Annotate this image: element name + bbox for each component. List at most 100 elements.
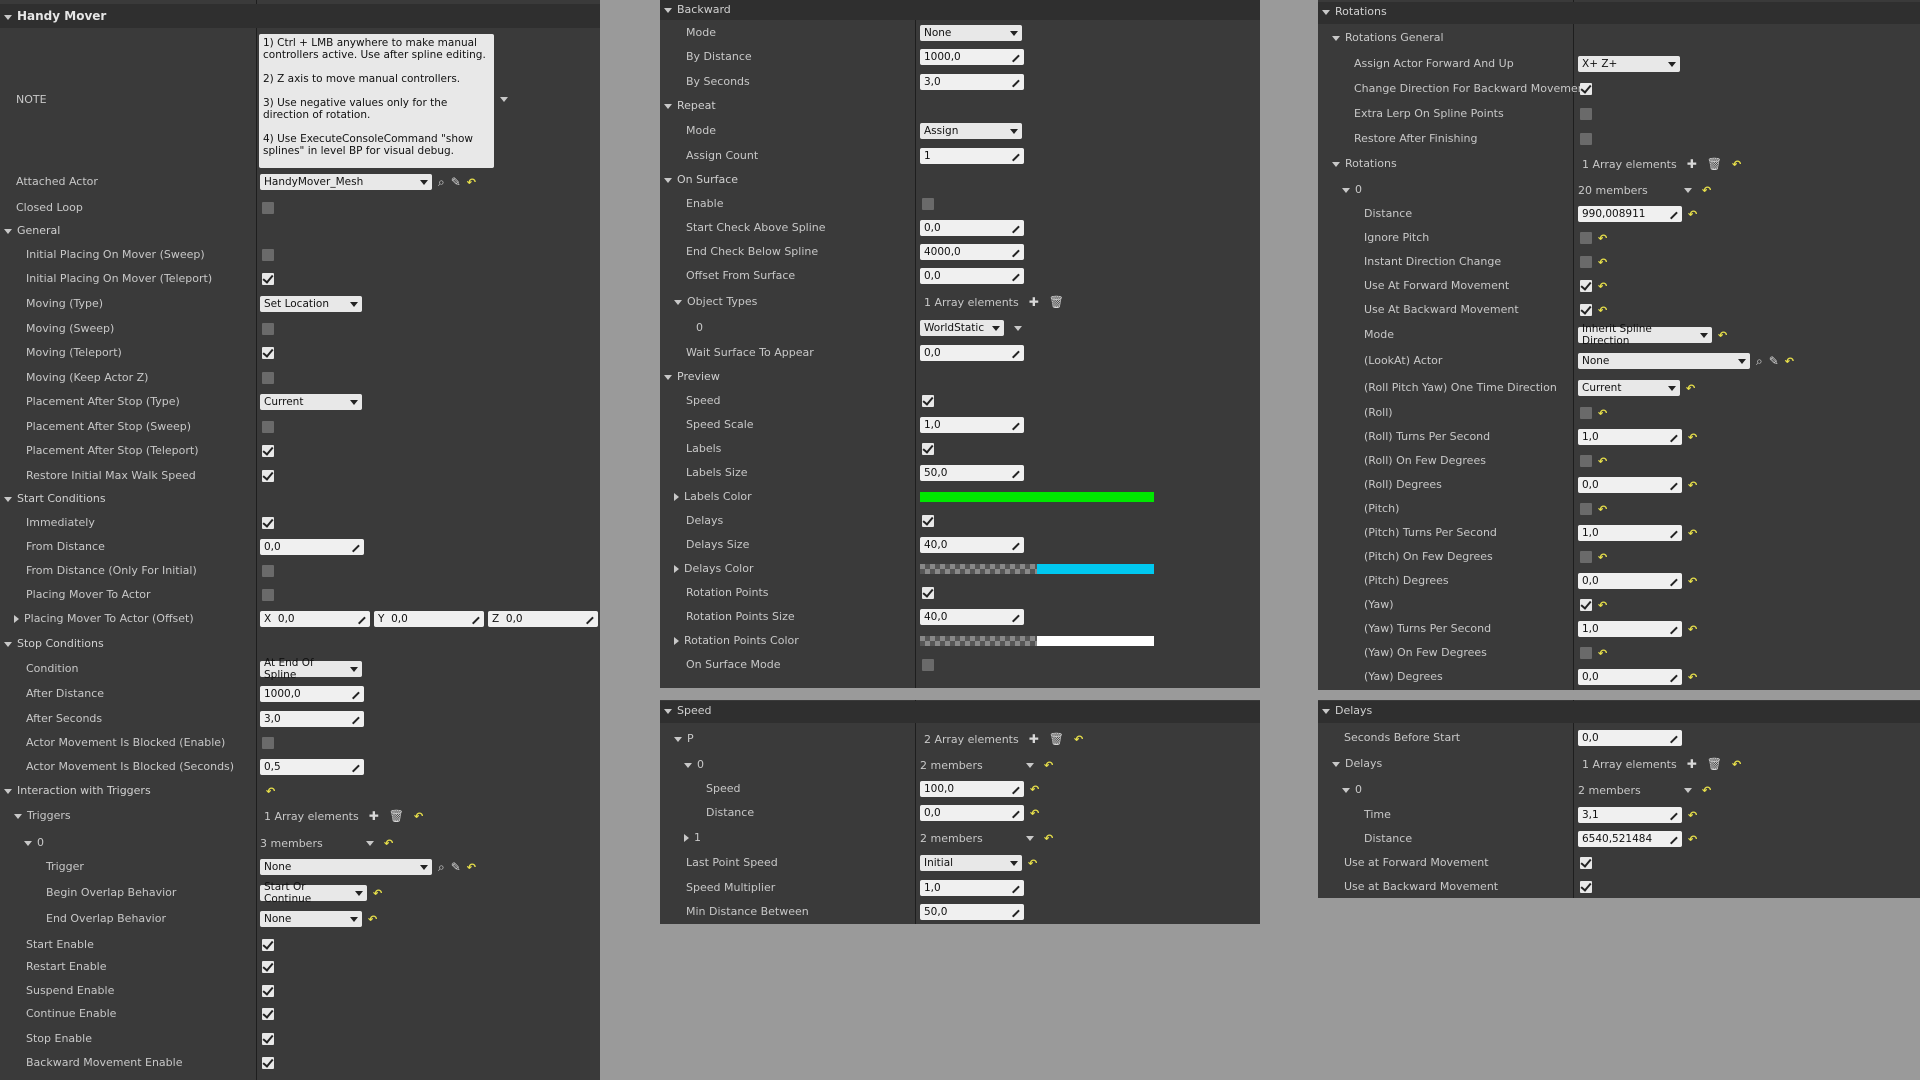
offset-y-input[interactable]: Y 0,0: [374, 611, 484, 627]
delay-time-input[interactable]: 3,1: [1578, 807, 1682, 823]
restart-enable-checkbox[interactable]: [262, 961, 274, 973]
delays-checkbox[interactable]: [922, 515, 934, 527]
speed-section[interactable]: Speed: [677, 704, 711, 717]
expand-arrow-icon[interactable]: [674, 565, 679, 573]
reset-icon[interactable]: ↶: [1688, 575, 1697, 588]
rotation-points-checkbox[interactable]: [922, 587, 934, 599]
speed-multiplier-input[interactable]: 1,0: [920, 880, 1024, 896]
moving-type-combo[interactable]: Set Location: [260, 296, 362, 312]
collapse-arrow-icon[interactable]: [4, 14, 12, 20]
ignore-pitch-checkbox[interactable]: [1580, 232, 1592, 244]
reset-icon[interactable]: ↶: [1598, 256, 1607, 269]
seconds-before-start-input[interactable]: 0,0: [1578, 730, 1682, 746]
collapse-arrow-icon[interactable]: [664, 708, 672, 714]
general-section[interactable]: General: [17, 224, 60, 237]
pitch-degrees-input[interactable]: 0,0: [1578, 573, 1682, 589]
rotation-mode-combo[interactable]: Inherit Spline Direction: [1578, 323, 1712, 347]
by-seconds-input[interactable]: 3,0: [920, 74, 1024, 90]
start-conditions-section[interactable]: Start Conditions: [17, 492, 106, 505]
by-distance-input[interactable]: 1000,0: [920, 49, 1024, 65]
roll-degrees-input[interactable]: 0,0: [1578, 477, 1682, 493]
reset-icon[interactable]: ↶: [1688, 527, 1697, 540]
add-icon[interactable]: ✚: [1687, 757, 1697, 771]
yaw-degrees-input[interactable]: 0,0: [1578, 669, 1682, 685]
delete-icon[interactable]: 🗑: [389, 809, 404, 823]
reset-icon[interactable]: ↶: [1028, 857, 1037, 870]
yaw-checkbox[interactable]: [1580, 599, 1592, 611]
pitch-turns-input[interactable]: 1,0: [1578, 525, 1682, 541]
reset-icon[interactable]: ↶: [1688, 479, 1697, 492]
expand-arrow-icon[interactable]: [684, 834, 689, 842]
roll-few-checkbox[interactable]: [1580, 455, 1592, 467]
search-icon[interactable]: ⌕: [438, 175, 445, 190]
add-icon[interactable]: ✚: [1029, 295, 1039, 309]
repeat-section[interactable]: Repeat: [677, 99, 716, 112]
reset-icon[interactable]: ↶: [1030, 783, 1039, 796]
after-distance-input[interactable]: 1000,0: [260, 686, 364, 702]
reset-icon[interactable]: ↶: [1598, 647, 1607, 660]
collapse-arrow-icon[interactable]: [14, 813, 22, 819]
pas-teleport-checkbox[interactable]: [262, 445, 274, 457]
wait-surface-input[interactable]: 0,0: [920, 345, 1024, 361]
delays-color-swatch[interactable]: [920, 564, 1154, 574]
begin-overlap-combo[interactable]: Start Or Continue: [260, 881, 367, 905]
yaw-turns-input[interactable]: 1,0: [1578, 621, 1682, 637]
delay-use-forward-checkbox[interactable]: [1580, 857, 1592, 869]
assign-count-input[interactable]: 1: [920, 148, 1024, 164]
end-check-input[interactable]: 4000,0: [920, 244, 1024, 260]
add-icon[interactable]: ✚: [1687, 157, 1697, 171]
chevron-down-icon[interactable]: [1684, 787, 1692, 793]
restore-walk-checkbox[interactable]: [262, 470, 274, 482]
reset-icon[interactable]: ↶: [1688, 833, 1697, 846]
last-point-speed-combo[interactable]: Initial: [920, 855, 1022, 871]
condition-combo[interactable]: At End Of Spline: [260, 657, 362, 681]
collapse-arrow-icon[interactable]: [1322, 708, 1330, 714]
reset-icon[interactable]: ↶: [1702, 184, 1711, 197]
moving-sweep-checkbox[interactable]: [262, 323, 274, 335]
reset-icon[interactable]: ↶: [1688, 431, 1697, 444]
reset-icon[interactable]: ↶: [1598, 304, 1607, 317]
end-overlap-combo[interactable]: None: [260, 911, 362, 927]
chevron-down-icon[interactable]: [1014, 325, 1022, 331]
add-icon[interactable]: ✚: [369, 809, 379, 823]
placing-to-actor-checkbox[interactable]: [262, 589, 274, 601]
immediately-checkbox[interactable]: [262, 517, 274, 529]
chevron-down-icon[interactable]: [1026, 762, 1034, 768]
reset-icon[interactable]: ↶: [1044, 759, 1053, 772]
lookat-actor-combo[interactable]: None: [1578, 353, 1750, 369]
labels-color-swatch[interactable]: [920, 492, 1154, 502]
pitch-few-checkbox[interactable]: [1580, 551, 1592, 563]
rpy-once-combo[interactable]: Current: [1578, 380, 1680, 396]
from-distance-initial-checkbox[interactable]: [262, 565, 274, 577]
offset-surface-input[interactable]: 0,0: [920, 268, 1024, 284]
chevron-down-icon[interactable]: [1684, 187, 1692, 193]
repeat-mode-combo[interactable]: Assign: [920, 123, 1022, 139]
collapse-arrow-icon[interactable]: [1332, 761, 1340, 767]
amb-seconds-input[interactable]: 0,5: [260, 759, 364, 775]
collapse-arrow-icon[interactable]: [1332, 161, 1340, 167]
collapse-arrow-icon[interactable]: [684, 762, 692, 768]
reset-icon[interactable]: ↶: [373, 887, 382, 900]
eyedropper-icon[interactable]: ✎: [1769, 354, 1779, 368]
offset-x-input[interactable]: X 0,0: [260, 611, 370, 627]
reset-icon[interactable]: ↶: [1718, 329, 1727, 342]
extra-lerp-checkbox[interactable]: [1580, 108, 1592, 120]
collapse-arrow-icon[interactable]: [4, 641, 12, 647]
stop-enable-checkbox[interactable]: [262, 1033, 274, 1045]
restore-after-checkbox[interactable]: [1580, 133, 1592, 145]
reset-icon[interactable]: ↶: [1688, 208, 1697, 221]
ipm-sweep-checkbox[interactable]: [262, 249, 274, 261]
search-icon[interactable]: ⌕: [438, 860, 445, 875]
labels-checkbox[interactable]: [922, 443, 934, 455]
ipm-teleport-checkbox[interactable]: [262, 273, 274, 285]
from-distance-input[interactable]: 0,0: [260, 539, 364, 555]
handy-mover-header[interactable]: Handy Mover: [0, 4, 600, 28]
delays-section[interactable]: Delays: [1335, 704, 1372, 717]
rotations-general-label[interactable]: Rotations General: [1345, 31, 1444, 44]
collapse-arrow-icon[interactable]: [4, 228, 12, 234]
preview-section[interactable]: Preview: [677, 370, 720, 383]
reset-icon[interactable]: ↶: [1702, 784, 1711, 797]
backward-enable-checkbox[interactable]: [262, 1057, 274, 1069]
use-backward-checkbox[interactable]: [1580, 304, 1592, 316]
reset-icon[interactable]: ↶: [1598, 280, 1607, 293]
